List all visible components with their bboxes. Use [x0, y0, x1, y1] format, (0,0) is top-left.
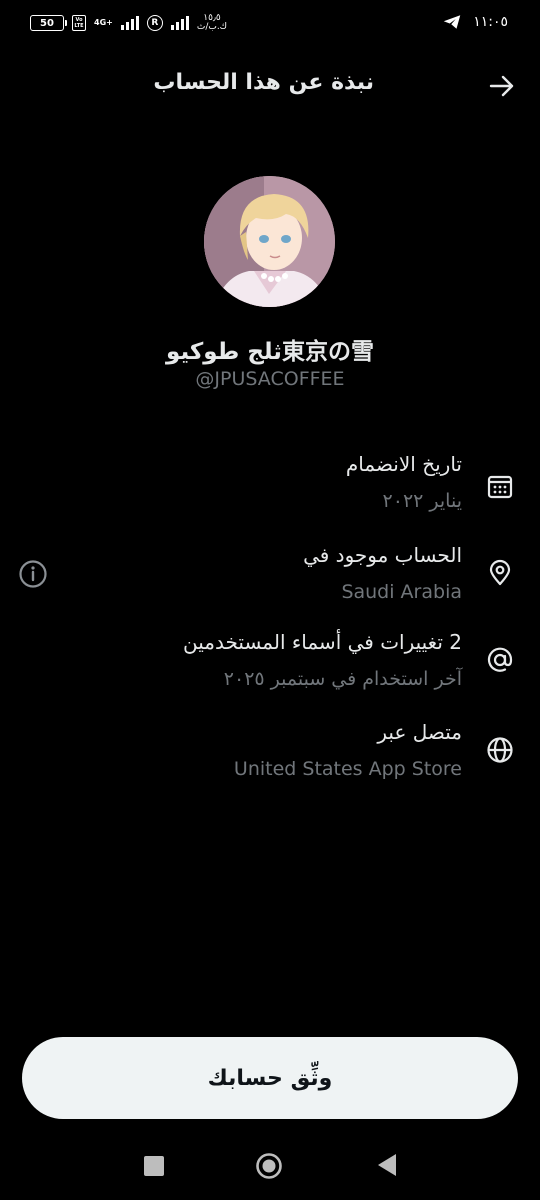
- recent-apps-button[interactable]: [144, 1156, 164, 1176]
- system-nav-bar: [0, 1140, 540, 1200]
- info-row-location: الحساب موجود في Saudi Arabia: [0, 543, 540, 619]
- back-nav-button[interactable]: [376, 1152, 398, 1178]
- battery-icon: 50: [30, 15, 67, 31]
- info-row-connected-via: متصل عبر United States App Store: [0, 720, 540, 796]
- calendar-icon: [487, 475, 513, 499]
- home-button[interactable]: [255, 1152, 283, 1180]
- location-pin-icon: [489, 559, 511, 586]
- signal-icon-2: [170, 16, 189, 30]
- clock: ١١:٠٥: [473, 14, 508, 30]
- verify-account-button[interactable]: وثِّق حسابك: [22, 1037, 518, 1119]
- info-subtitle: آخر استخدام في سبتمبر ٢٠٢٥: [223, 668, 462, 690]
- back-button[interactable]: [486, 70, 518, 102]
- page-title: نبذة عن هذا الحساب: [153, 70, 374, 95]
- network-type: 4G+: [94, 18, 113, 27]
- globe-icon: [487, 737, 513, 763]
- network-speed: ١٥٫٥ ك.ب/ث: [196, 13, 228, 32]
- handle: @JPUSACOFFEE: [195, 368, 345, 390]
- display-name: ثلج طوكيو東京の雪: [166, 339, 374, 365]
- info-subtitle: Saudi Arabia: [341, 581, 462, 603]
- at-sign-icon: [487, 647, 513, 672]
- info-icon[interactable]: [18, 559, 48, 589]
- header: نبذة عن هذا الحساب: [0, 60, 540, 112]
- info-title: 2 تغييرات في أسماء المستخدمين: [183, 630, 462, 654]
- info-subtitle: United States App Store: [233, 758, 462, 780]
- info-row-username-changes[interactable]: 2 تغييرات في أسماء المستخدمين آخر استخدا…: [0, 630, 540, 706]
- signal-icon: [120, 16, 139, 30]
- status-indicators: 50 Vo LTE 4G+ R ١٥٫٥ ك.ب/ث: [30, 14, 227, 32]
- arrow-right-icon: [489, 75, 514, 97]
- avatar[interactable]: [204, 176, 335, 307]
- info-subtitle: يناير ٢٠٢٢: [382, 490, 462, 512]
- registered-icon: R: [146, 15, 163, 31]
- status-right: ١١:٠٥: [443, 14, 508, 30]
- info-title: متصل عبر: [377, 720, 462, 744]
- status-bar: 50 Vo LTE 4G+ R ١٥٫٥ ك.ب/ث ١١:٠٥: [0, 0, 540, 52]
- info-title: تاريخ الانضمام: [345, 452, 462, 476]
- info-row-join-date: تاريخ الانضمام يناير ٢٠٢٢: [0, 452, 540, 528]
- telegram-icon: [443, 15, 461, 29]
- info-title: الحساب موجود في: [303, 543, 462, 567]
- volte-icon: Vo LTE: [72, 15, 86, 31]
